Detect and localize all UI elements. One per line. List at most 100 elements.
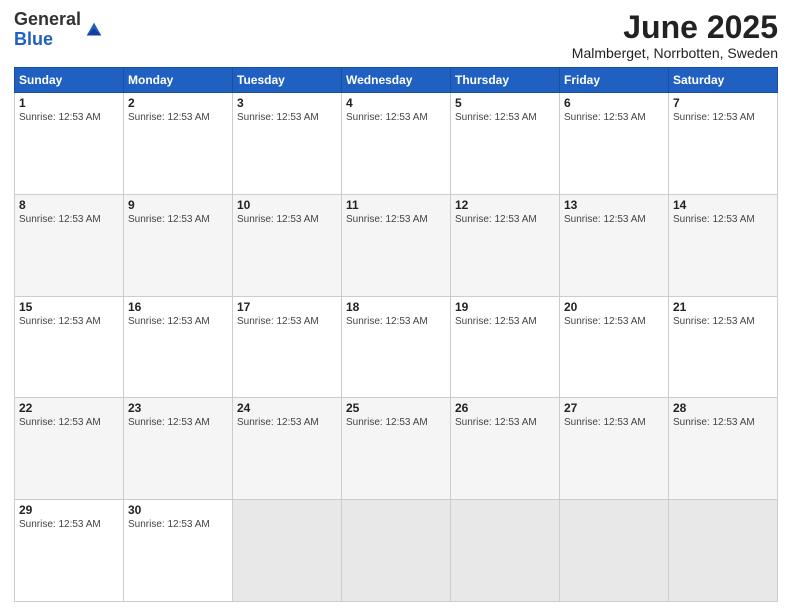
calendar-cell: 4 Sunrise: 12:53 AM (342, 93, 451, 195)
calendar-cell (669, 500, 778, 602)
day-sunrise-info: Sunrise: 12:53 AM (564, 112, 664, 123)
calendar-cell: 29Sunrise: 12:53 AM (15, 500, 124, 602)
day-sunrise-info: Sunrise: 12:53 AM (346, 112, 446, 123)
day-number: 10 (237, 198, 337, 212)
calendar-cell: 2Sunrise: 12:53 AM (124, 93, 233, 195)
logo-blue: Blue (14, 29, 53, 49)
day-number: 5 (455, 96, 555, 110)
day-sunrise-info: Sunrise: 12:53 AM (237, 214, 337, 225)
day-number: 22 (19, 401, 119, 415)
calendar-cell (342, 500, 451, 602)
day-sunrise-info: Sunrise: 12:53 AM (455, 417, 555, 428)
calendar-cell: 11 Sunrise: 12:53 AM (342, 194, 451, 296)
week-row-2: 8Sunrise: 12:53 AM 9 Sunrise: 12:53 AM 10 Su… (15, 194, 778, 296)
calendar-cell: 9 Sunrise: 12:53 AM (124, 194, 233, 296)
day-number: 25 (346, 401, 446, 415)
week-row-5: 29Sunrise: 12:53 AM 30 Sunrise: 12:53 AM (15, 500, 778, 602)
day-sunrise-info: Sunrise: 12:53 AM (237, 112, 337, 123)
day-number: 1 (19, 96, 119, 110)
calendar-cell: 16Sunrise: 12:53 AM (124, 296, 233, 398)
calendar-title: June 2025 (572, 10, 778, 45)
calendar-table: Sunday Monday Tuesday Wednesday Thursday… (14, 67, 778, 602)
calendar-cell: 7Sunrise: 12:53 AM (669, 93, 778, 195)
day-number: 13 (564, 198, 664, 212)
header-saturday: Saturday (669, 68, 778, 93)
calendar-page: General Blue June 2025 Malmberget, Norrb… (0, 0, 792, 612)
calendar-cell: 21 Sunrise: 12:53 AM (669, 296, 778, 398)
calendar-cell: 12 Sunrise: 12:53 AM (451, 194, 560, 296)
calendar-cell: 19Sunrise: 12:53 AM (451, 296, 560, 398)
day-number: 19 (455, 300, 555, 314)
calendar-cell: 27Sunrise: 12:53 AM (560, 398, 669, 500)
calendar-body: 1Sunrise: 12:53 AM2Sunrise: 12:53 AM3Sun… (15, 93, 778, 602)
day-sunrise-info: Sunrise: 12:53 AM (564, 214, 664, 225)
header-row: Sunday Monday Tuesday Wednesday Thursday… (15, 68, 778, 93)
day-sunrise-info: Sunrise: 12:53 AM (19, 417, 119, 428)
day-sunrise-info: Sunrise: 12:53 AM (455, 112, 555, 123)
calendar-cell: 25 Sunrise: 12:53 AM (342, 398, 451, 500)
week-row-1: 1Sunrise: 12:53 AM2Sunrise: 12:53 AM3Sun… (15, 93, 778, 195)
day-sunrise-info: Sunrise: 12:53 AM (346, 214, 446, 225)
header-monday: Monday (124, 68, 233, 93)
day-sunrise-info: Sunrise: 12:53 AM (564, 417, 664, 428)
day-number: 12 (455, 198, 555, 212)
day-number: 6 (564, 96, 664, 110)
day-number: 3 (237, 96, 337, 110)
day-sunrise-info: Sunrise: 12:53 AM (237, 417, 337, 428)
logo-icon (83, 19, 105, 41)
day-sunrise-info: Sunrise: 12:53 AM (673, 316, 773, 327)
calendar-cell: 10 Sunrise: 12:53 AM (233, 194, 342, 296)
calendar-cell (233, 500, 342, 602)
day-number: 24 (237, 401, 337, 415)
calendar-cell (451, 500, 560, 602)
day-number: 16 (128, 300, 228, 314)
header-thursday: Thursday (451, 68, 560, 93)
day-number: 30 (128, 503, 228, 517)
day-sunrise-info: Sunrise: 12:53 AM (346, 417, 446, 428)
calendar-cell: 6 Sunrise: 12:53 AM (560, 93, 669, 195)
calendar-cell: 14 Sunrise: 12:53 AM (669, 194, 778, 296)
calendar-cell: 24 Sunrise: 12:53 AM (233, 398, 342, 500)
calendar-cell: 18 Sunrise: 12:53 AM (342, 296, 451, 398)
calendar-cell: 20Sunrise: 12:53 AM (560, 296, 669, 398)
calendar-cell: 23Sunrise: 12:53 AM (124, 398, 233, 500)
header-tuesday: Tuesday (233, 68, 342, 93)
day-number: 11 (346, 198, 446, 212)
title-area: June 2025 Malmberget, Norrbotten, Sweden (572, 10, 778, 61)
calendar-cell: 1 Sunrise: 12:53 AM (15, 93, 124, 195)
calendar-cell: 8Sunrise: 12:53 AM (15, 194, 124, 296)
calendar-header: Sunday Monday Tuesday Wednesday Thursday… (15, 68, 778, 93)
day-sunrise-info: Sunrise: 12:53 AM (673, 214, 773, 225)
day-sunrise-info: Sunrise: 12:53 AM (564, 316, 664, 327)
calendar-cell: 3 Sunrise: 12:53 AM (233, 93, 342, 195)
day-number: 21 (673, 300, 773, 314)
calendar-cell: 26 Sunrise: 12:53 AM (451, 398, 560, 500)
day-sunrise-info: Sunrise: 12:53 AM (455, 214, 555, 225)
day-sunrise-info: Sunrise: 12:53 AM (346, 316, 446, 327)
day-number: 9 (128, 198, 228, 212)
day-number: 4 (346, 96, 446, 110)
day-number: 28 (673, 401, 773, 415)
week-row-3: 15Sunrise: 12:53 AM16Sunrise: 12:53 AM17… (15, 296, 778, 398)
day-sunrise-info: Sunrise: 12:53 AM (128, 519, 228, 530)
header-friday: Friday (560, 68, 669, 93)
day-sunrise-info: Sunrise: 12:53 AM (128, 214, 228, 225)
day-number: 26 (455, 401, 555, 415)
day-sunrise-info: Sunrise: 12:53 AM (128, 112, 228, 123)
day-number: 18 (346, 300, 446, 314)
calendar-cell: 13 Sunrise: 12:53 AM (560, 194, 669, 296)
calendar-cell: 17Sunrise: 12:53 AM (233, 296, 342, 398)
calendar-cell: 28Sunrise: 12:53 AM (669, 398, 778, 500)
day-sunrise-info: Sunrise: 12:53 AM (19, 316, 119, 327)
day-sunrise-info: Sunrise: 12:53 AM (19, 112, 119, 123)
header-sunday: Sunday (15, 68, 124, 93)
logo-text: General Blue (14, 10, 81, 50)
calendar-cell: 22 Sunrise: 12:53 AM (15, 398, 124, 500)
day-number: 15 (19, 300, 119, 314)
calendar-subtitle: Malmberget, Norrbotten, Sweden (572, 45, 778, 61)
calendar-cell: 5 Sunrise: 12:53 AM (451, 93, 560, 195)
day-sunrise-info: Sunrise: 12:53 AM (128, 417, 228, 428)
calendar-cell (560, 500, 669, 602)
day-number: 14 (673, 198, 773, 212)
logo-general: General (14, 9, 81, 29)
